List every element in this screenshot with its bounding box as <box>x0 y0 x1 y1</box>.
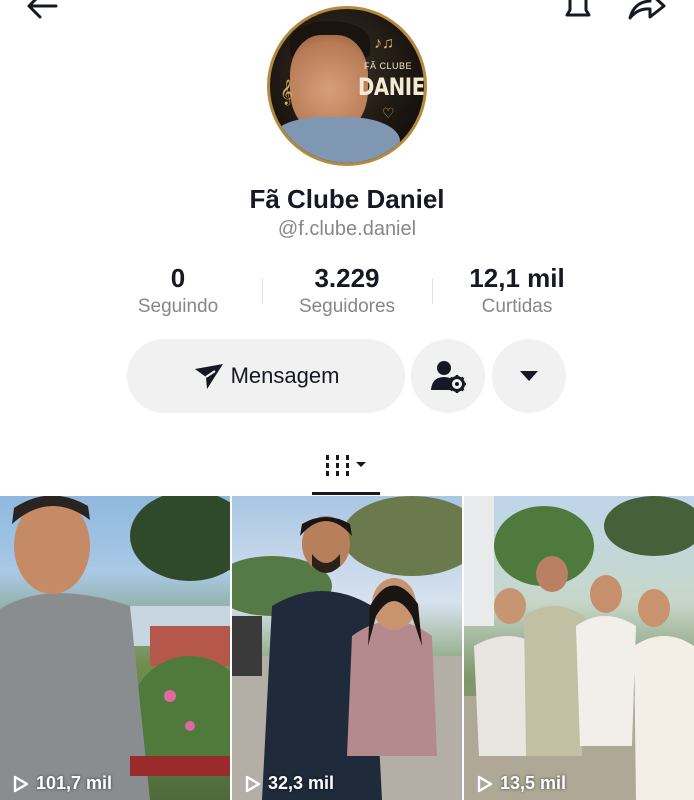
more-options-button[interactable] <box>492 339 566 413</box>
active-tab-indicator <box>312 492 380 495</box>
play-icon <box>245 775 261 792</box>
stat-followers-label: Seguidores <box>298 296 396 317</box>
video-views-count: 13,5 mil <box>500 773 567 793</box>
stat-likes-label: Curtidas <box>481 296 553 317</box>
stat-likes-value: 12,1 mil <box>469 263 565 293</box>
back-arrow-icon <box>27 0 58 19</box>
video-thumbnail-image <box>232 496 462 800</box>
video-grid: 101,7 mil 32,3 mil 13,5 mil <box>0 496 694 800</box>
video-thumbnail[interactable]: 101,7 mil <box>0 496 230 800</box>
share-button[interactable] <box>624 0 668 26</box>
video-views-count: 101,7 mil <box>36 773 113 793</box>
stat-following-value: 0 <box>170 263 186 293</box>
chevron-down-icon <box>520 371 538 381</box>
grid-icon <box>326 455 366 476</box>
video-views: 101,7 mil <box>12 773 112 794</box>
content-tab-bar <box>0 440 694 496</box>
bell-icon <box>565 0 591 17</box>
message-send-icon <box>194 364 223 389</box>
stat-followers[interactable]: 3.229 Seguidores <box>267 262 427 320</box>
heart-icon: ♡ <box>382 105 395 121</box>
stat-following-label: Seguindo <box>137 296 219 317</box>
notifications-button[interactable] <box>558 0 598 26</box>
follow-settings-button[interactable] <box>411 339 485 413</box>
video-thumbnail-image <box>0 496 230 800</box>
profile-stats: 0 Seguindo 3.229 Seguidores 12,1 mil Cur… <box>0 262 694 322</box>
avatar-logo-name: DANIEL <box>358 73 425 101</box>
music-notes-icon: ♪♫ <box>374 35 394 52</box>
message-button-label: Mensagem <box>230 363 340 388</box>
profile-display-name: Fã Clube Daniel <box>249 184 445 214</box>
profile-avatar[interactable]: ♪♫ 𝄞 FÃ CLUBE DANIEL ♡ <box>267 6 427 166</box>
follow-settings-icon <box>431 361 466 393</box>
avatar-shirt <box>270 117 400 163</box>
stat-likes[interactable]: 12,1 mil Curtidas <box>437 262 597 320</box>
message-button[interactable]: Mensagem <box>127 339 405 413</box>
video-views: 32,3 mil <box>244 773 334 794</box>
treble-clef-icon: 𝄞 <box>280 79 294 104</box>
stat-following[interactable]: 0 Seguindo <box>98 262 258 320</box>
video-thumbnail[interactable]: 32,3 mil <box>232 496 462 800</box>
play-icon <box>477 775 493 792</box>
video-views: 13,5 mil <box>476 773 566 794</box>
back-button[interactable] <box>22 0 62 26</box>
play-icon <box>13 775 29 792</box>
stat-followers-value: 3.229 <box>314 263 380 293</box>
avatar-logo-top: FÃ CLUBE <box>364 61 413 71</box>
video-thumbnail-image <box>464 496 694 800</box>
video-thumbnail[interactable]: 13,5 mil <box>464 496 694 800</box>
profile-handle: @f.clube.daniel <box>277 218 417 240</box>
video-views-count: 32,3 mil <box>268 773 335 793</box>
stat-divider <box>262 278 263 304</box>
share-icon <box>628 0 666 20</box>
stat-divider <box>432 278 433 304</box>
tab-videos-grid[interactable] <box>312 440 380 492</box>
